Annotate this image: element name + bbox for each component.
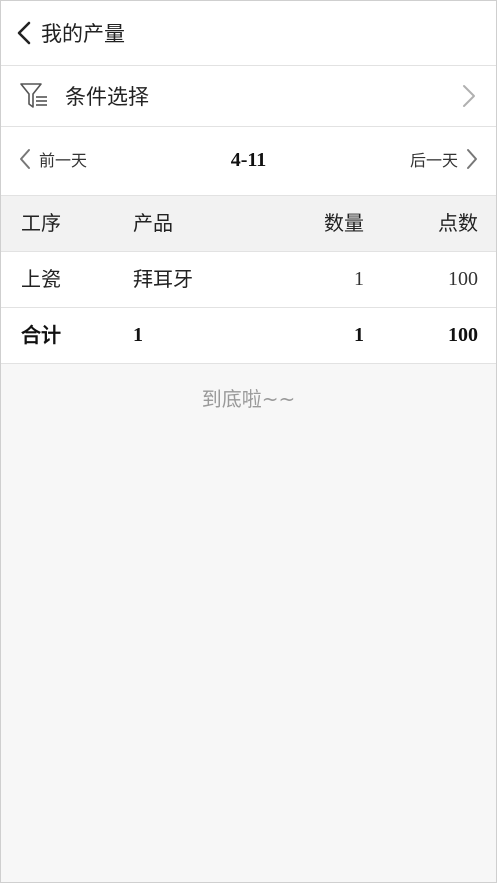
back-chevron-icon[interactable] xyxy=(13,20,35,46)
chevron-right-icon xyxy=(467,149,477,169)
cell-quantity: 1 xyxy=(354,268,364,290)
table-row: 上瓷 拜耳牙 1 100 xyxy=(1,252,496,308)
total-product: 1 xyxy=(133,324,143,346)
top-nav-bar: 我的产量 xyxy=(1,1,496,66)
column-header-quantity: 数量 xyxy=(324,211,364,235)
cell-product: 拜耳牙 xyxy=(133,267,193,291)
total-label: 合计 xyxy=(21,323,61,347)
next-day-label: 后一天 xyxy=(409,151,458,170)
chevron-right-icon xyxy=(463,85,475,107)
column-header-process: 工序 xyxy=(21,211,61,235)
filter-icon xyxy=(19,81,49,111)
table-total-row: 合计 1 1 100 xyxy=(1,308,496,364)
end-of-list-text: 到底啦~~ xyxy=(201,387,296,411)
next-day-button[interactable]: 后一天 xyxy=(410,147,478,171)
table-header-row: 工序 产品 数量 点数 xyxy=(1,196,496,252)
cell-process: 上瓷 xyxy=(21,267,61,291)
total-points: 100 xyxy=(448,324,478,346)
page-title: 我的产量 xyxy=(41,22,125,46)
total-quantity: 1 xyxy=(354,324,364,346)
cell-points: 100 xyxy=(448,268,478,290)
filter-selector[interactable]: 条件选择 xyxy=(1,66,496,127)
app-screen: 我的产量 条件选择 前一天 4-11 后一天 工序 产品 数量 点数 上瓷 拜耳… xyxy=(0,0,497,883)
column-header-points: 点数 xyxy=(438,211,478,235)
filter-label: 条件选择 xyxy=(65,85,149,109)
date-navigator: 前一天 4-11 后一天 xyxy=(1,127,496,196)
column-header-product: 产品 xyxy=(133,211,173,235)
